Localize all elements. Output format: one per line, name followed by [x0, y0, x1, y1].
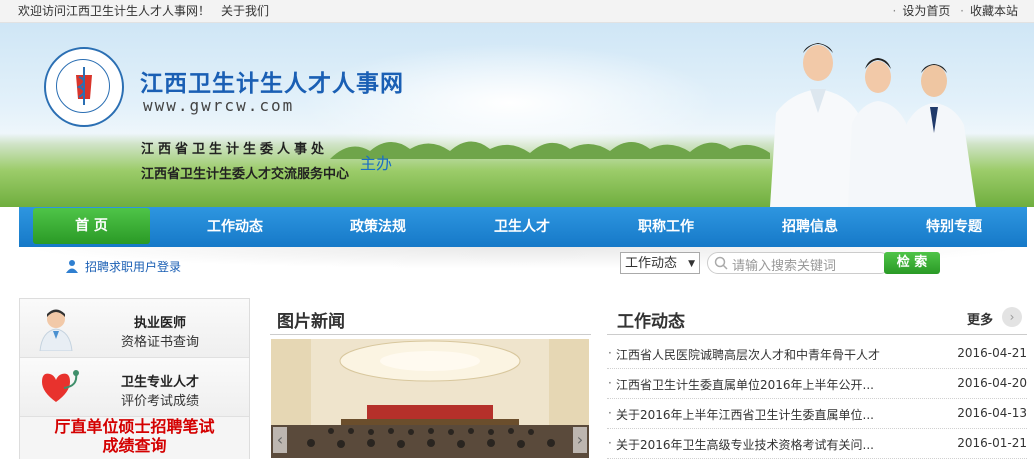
organizer-1: 江西省卫生计生委人事处 [141, 142, 329, 157]
user-login-link[interactable]: 招聘求职用户登录 [85, 258, 181, 275]
search-button[interactable]: 检 索 [884, 252, 940, 274]
nav-item-health-talent[interactable]: 卫生人才 [472, 207, 572, 247]
user-icon [66, 260, 78, 273]
news-title[interactable]: 关于2016年上半年江西省卫生计生委直属单位... [616, 406, 874, 423]
work-news-title: 工作动态 [617, 312, 685, 332]
divider [270, 334, 591, 335]
header-banner: 江西卫生计生人才人事网 www.gwrcw.com 江西省卫生计生委人事处 江西… [0, 23, 1034, 207]
chevron-left-icon[interactable]: ‹ [273, 427, 287, 453]
physician-cert-query[interactable]: 执业医师 资格证书查询 [20, 299, 249, 358]
news-item[interactable]: · 江西省人民医院诚聘高层次人才和中青年骨干人才 2016-04-21 [607, 338, 1027, 369]
nav-item-policy[interactable]: 政策法规 [328, 207, 428, 247]
news-date: 2016-04-13 [957, 406, 1027, 420]
quick-links-panel: 执业医师 资格证书查询 卫生专业人才 评价考试成绩 厅直单位硕士招聘笔试 成绩查… [19, 298, 250, 459]
host-label: 主办 [360, 154, 393, 173]
master-exam-line-2: 成绩查询 [102, 436, 167, 455]
search-input[interactable]: 请输入搜索关键词 [707, 252, 891, 274]
news-item[interactable]: · 关于2016年卫生高级专业技术资格考试有关问... 2016-01-21 [607, 428, 1027, 459]
search-placeholder: 请输入搜索关键词 [732, 259, 837, 274]
news-title[interactable]: 江西省卫生计生委直属单位2016年上半年公开... [616, 376, 874, 393]
nav-item-special-topic[interactable]: 特别专题 [904, 207, 1004, 247]
top-right-links: · 设为首页 · 收藏本站 [892, 4, 1018, 18]
news-title[interactable]: 江西省人民医院诚聘高层次人才和中青年骨干人才 [616, 346, 880, 363]
physician-title: 执业医师 [133, 316, 186, 331]
doctors-image [770, 43, 976, 207]
search-icon [714, 256, 728, 270]
nav-item-title-work[interactable]: 职称工作 [616, 207, 716, 247]
news-date: 2016-04-20 [957, 376, 1027, 390]
chevron-right-icon[interactable]: › [1002, 307, 1022, 327]
health-talent-title: 卫生专业人才 [120, 375, 199, 390]
heart-stethoscope-icon [42, 370, 79, 402]
news-date: 2016-04-21 [957, 346, 1027, 360]
search-category-select[interactable]: 工作动态 ▼ [620, 252, 700, 274]
nav-item-home[interactable]: 首 页 [33, 208, 150, 244]
main-nav: 首 页 工作动态 政策法规 卫生人才 职称工作 招聘信息 特别专题 [19, 207, 1027, 247]
health-talent-score-query[interactable]: 卫生专业人才 评价考试成绩 [20, 358, 249, 417]
nav-item-recruitment[interactable]: 招聘信息 [760, 207, 860, 247]
news-item[interactable]: · 江西省卫生计生委直属单位2016年上半年公开... 2016-04-20 [607, 368, 1027, 399]
trees-decoration [330, 141, 770, 159]
photo-news-title: 图片新闻 [277, 312, 345, 332]
chevron-right-icon[interactable]: › [573, 427, 587, 453]
welcome-text: 欢迎访问江西卫生计生人才人事网！ [18, 4, 211, 18]
more-link[interactable]: 更多 [967, 309, 993, 328]
organizer-2: 江西省卫生计生委人才交流服务中心 [141, 167, 350, 182]
health-talent-subtitle: 评价考试成绩 [120, 394, 199, 409]
about-us-link[interactable]: 关于我们 [221, 0, 269, 22]
photo-news-image[interactable]: ‹ › [271, 339, 589, 458]
master-exam-score-link[interactable]: 厅直单位硕士招聘笔试 成绩查询 [20, 417, 249, 455]
news-date: 2016-01-21 [957, 436, 1027, 450]
set-home-link[interactable]: 设为首页 [902, 4, 950, 18]
site-title: 江西卫生计生人才人事网 [140, 71, 404, 97]
news-title[interactable]: 关于2016年卫生高级专业技术资格考试有关问... [616, 436, 874, 453]
physician-subtitle: 资格证书查询 [120, 335, 199, 350]
master-exam-line-1: 厅直单位硕士招聘笔试 [54, 417, 215, 436]
top-bar: 欢迎访问江西卫生计生人才人事网！ 关于我们 · 设为首页 · 收藏本站 [0, 0, 1034, 23]
site-url: www.gwrcw.com [143, 96, 295, 115]
search-category-value: 工作动态 [625, 256, 678, 271]
chevron-down-icon: ▼ [688, 259, 695, 269]
divider [607, 334, 1027, 335]
site-logo[interactable] [44, 47, 124, 127]
search-bar: 招聘求职用户登录 工作动态 ▼ 请输入搜索关键词 检 索 [19, 247, 1027, 285]
doctor-icon [39, 309, 73, 351]
news-item[interactable]: · 关于2016年上半年江西省卫生计生委直属单位... 2016-04-13 [607, 398, 1027, 429]
nav-item-work-news[interactable]: 工作动态 [185, 207, 285, 247]
add-favorite-link[interactable]: 收藏本站 [970, 4, 1018, 18]
